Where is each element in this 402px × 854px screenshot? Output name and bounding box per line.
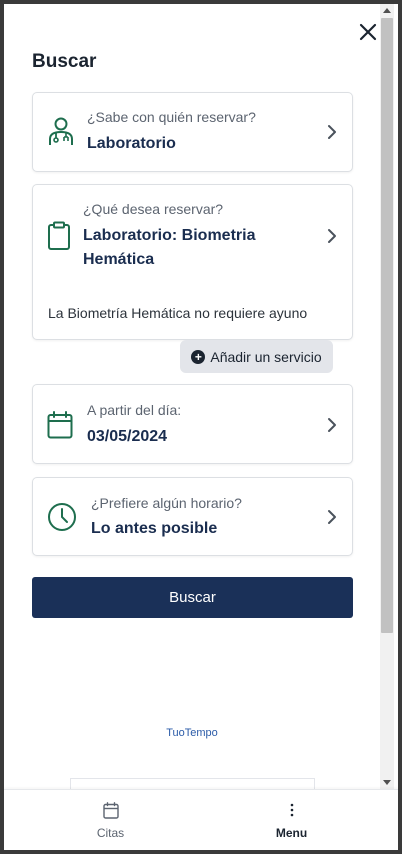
- add-service-button[interactable]: + Añadir un servicio: [180, 340, 333, 373]
- service-description: La Biometría Hemática no requiere ayuno: [48, 305, 308, 321]
- nav-item-citas[interactable]: Citas: [12, 790, 209, 850]
- scrollbar-thumb[interactable]: [381, 18, 393, 633]
- app-frame: Buscar ¿Sabe con quién reservar? Laborat…: [4, 4, 398, 850]
- time-selector[interactable]: ¿Prefiere algún horario? Lo antes posibl…: [32, 477, 353, 556]
- doctor-icon: [49, 117, 73, 145]
- nav-label-menu: Menu: [275, 826, 308, 840]
- chevron-right-icon: [328, 418, 336, 432]
- chevron-right-icon: [328, 229, 336, 243]
- content-stub: [70, 778, 315, 789]
- time-value: Lo antes posible: [91, 520, 218, 537]
- service-value-line1: Laboratorio: Biometria: [83, 227, 256, 244]
- search-button[interactable]: Buscar: [32, 577, 353, 618]
- date-label: A partir del día:: [87, 402, 182, 418]
- calendar-icon: [102, 801, 119, 819]
- brand-link[interactable]: TuoTempo: [4, 727, 380, 739]
- chevron-right-icon: [328, 510, 336, 524]
- clipboard-icon: [48, 221, 70, 250]
- nav-item-menu[interactable]: Menu: [193, 790, 390, 850]
- professional-value: Laboratorio: [87, 135, 176, 152]
- close-button[interactable]: [356, 20, 380, 44]
- search-panel: Buscar ¿Sabe con quién reservar? Laborat…: [4, 4, 380, 789]
- calendar-icon: [47, 411, 73, 439]
- date-selector[interactable]: A partir del día: 03/05/2024: [32, 384, 353, 464]
- scroll-down-arrow-icon[interactable]: [383, 780, 391, 785]
- time-label: ¿Prefiere algún horario?: [91, 495, 242, 511]
- more-vertical-icon: [290, 803, 293, 817]
- service-label: ¿Qué desea reservar?: [83, 201, 224, 217]
- page-title: Buscar: [32, 51, 97, 72]
- close-icon: [359, 23, 377, 41]
- scrollbar[interactable]: [380, 4, 394, 789]
- professional-label: ¿Sabe con quién reservar?: [87, 109, 256, 125]
- professional-selector[interactable]: ¿Sabe con quién reservar? Laboratorio: [32, 92, 353, 172]
- service-value-line2: Hemática: [83, 251, 155, 268]
- bottom-nav: Citas Menu: [4, 789, 398, 850]
- date-value: 03/05/2024: [87, 428, 168, 445]
- clock-icon: [48, 503, 76, 531]
- chevron-right-icon: [328, 125, 336, 139]
- add-service-label: Añadir un servicio: [210, 348, 322, 365]
- service-selector[interactable]: ¿Qué desea reservar? Laboratorio: Biomet…: [32, 184, 353, 340]
- scroll-up-arrow-icon[interactable]: [383, 8, 391, 13]
- plus-circle-icon: +: [191, 349, 206, 364]
- nav-label-citas: Citas: [96, 826, 125, 840]
